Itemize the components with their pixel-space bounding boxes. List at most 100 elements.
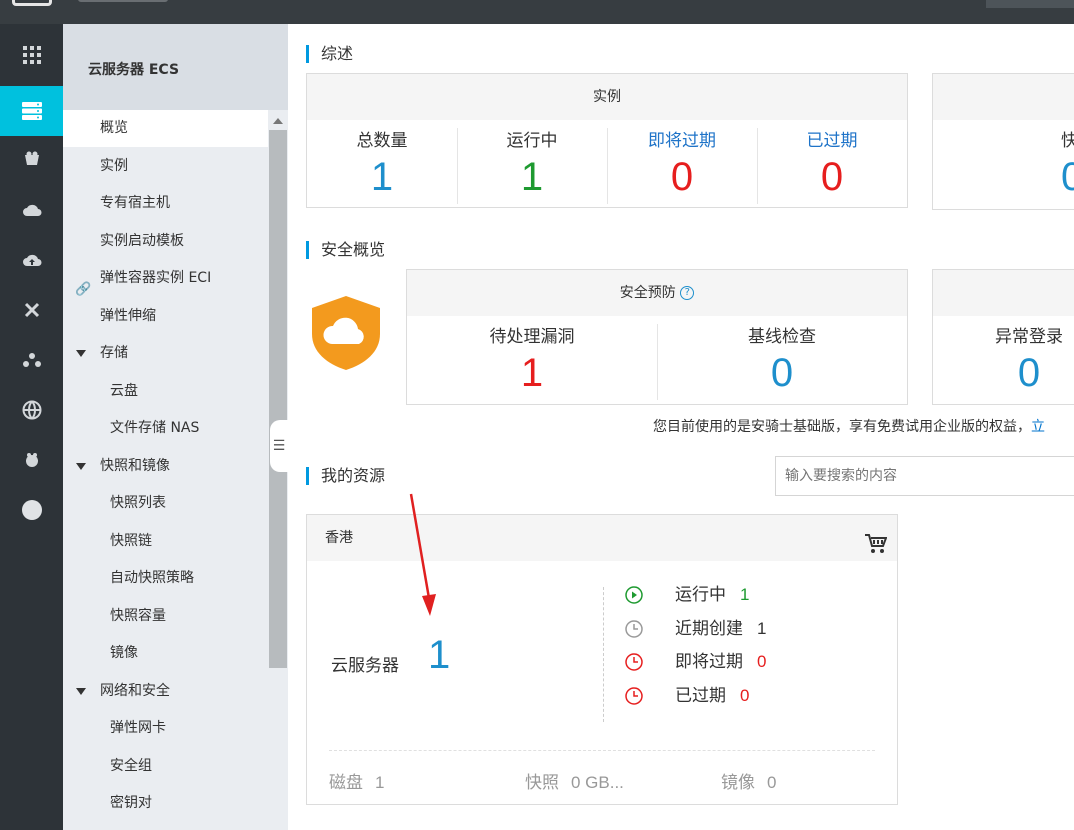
subnav-item-label: 实例启动模板 — [100, 233, 184, 249]
subnav-group-snapshots-images[interactable]: 快照和镜像 — [63, 448, 268, 485]
subnav-item-eci[interactable]: 🔗 弹性容器实例 ECI — [63, 260, 268, 297]
footer-value: 0 — [767, 773, 777, 792]
subnav-item-auto-scaling[interactable]: 弹性伸缩 — [63, 298, 268, 335]
logo[interactable] — [12, 0, 52, 6]
collapse-sidebar-icon[interactable]: ☰ — [270, 420, 288, 472]
divider — [329, 750, 875, 751]
subnav-item-overview[interactable]: 概览 — [63, 110, 268, 147]
stat-value: 1 — [520, 155, 544, 199]
stat-label: 异常登录 — [995, 327, 1063, 347]
subnav-group-storage[interactable]: 存储 — [63, 335, 268, 372]
cluster-icon[interactable] — [0, 335, 63, 385]
subnav-group-label: 存储 — [100, 345, 128, 361]
cloud-icon[interactable] — [0, 185, 63, 235]
stat-label: 运行中 — [506, 131, 558, 151]
circle-icon[interactable] — [0, 485, 63, 535]
subnav-item-eni[interactable]: 弹性网卡 — [63, 710, 268, 747]
partial-overview-card: 快 0 — [932, 73, 1074, 210]
footer-disks[interactable]: 磁盘 1 — [329, 768, 384, 793]
subnav-item-label: 弹性伸缩 — [100, 308, 156, 324]
stat-value: 0 — [670, 155, 694, 199]
subnav-item-auto-snapshot-policy[interactable]: 自动快照策略 — [63, 560, 268, 597]
stat-expiring[interactable]: 即将过期 0 — [607, 120, 757, 208]
stat-label: 已过期 — [806, 131, 858, 151]
subnav-item-snapshot-chain[interactable]: 快照链 — [63, 523, 268, 560]
stat-expired[interactable]: 已过期 0 — [757, 120, 907, 208]
subnav-item-label: 快照链 — [110, 533, 152, 549]
main-content: 综述 实例 总数量 1 运行中 1 即将过期 0 已过期 0 快 0 安全概览 — [288, 24, 1074, 830]
subnav-item-snapshot-list[interactable]: 快照列表 — [63, 485, 268, 522]
security-card-head: 安全预防 ? — [407, 270, 907, 316]
caret-down-icon — [76, 463, 86, 470]
help-icon[interactable]: ? — [680, 286, 695, 300]
subnav-item-instances[interactable]: 实例 — [63, 148, 268, 185]
overview-section-title: 综述 — [306, 45, 353, 63]
subnav-item-launch-templates[interactable]: 实例启动模板 — [63, 223, 268, 260]
gift-box-icon[interactable] — [0, 135, 63, 185]
subnav-item-snapshot-capacity[interactable]: 快照容量 — [63, 598, 268, 635]
stat-label: 总数量 — [356, 131, 408, 151]
search-input[interactable] — [775, 456, 1074, 496]
region-card-head: 香港 — [307, 515, 897, 561]
partial-card-head — [933, 270, 1074, 316]
topbar-right-area[interactable] — [986, 0, 1074, 8]
subnav-item-label: 快照列表 — [110, 495, 166, 511]
stat-running[interactable]: 运行中 1 — [457, 120, 607, 208]
notice-link[interactable]: 立 — [1031, 419, 1045, 435]
subnav-item-nas[interactable]: 文件存储 NAS — [63, 410, 268, 447]
subnav-item-label: 实例 — [100, 158, 128, 174]
stat-baseline-check[interactable]: 基线检查 0 — [657, 316, 907, 404]
stat-value: 0 — [770, 351, 794, 395]
subnav-item-label: 安全组 — [110, 758, 152, 774]
subnav-item-label: 密钥对 — [110, 795, 152, 811]
status-expiring-row[interactable]: 即将过期 0 — [623, 650, 766, 674]
subnav-item-label: 弹性网卡 — [110, 720, 166, 736]
subnav-item-label: 云盘 — [110, 383, 138, 399]
stat-total[interactable]: 总数量 1 — [307, 120, 457, 208]
subnav-item-label: 专有宿主机 — [100, 195, 170, 211]
caret-down-icon — [76, 350, 86, 357]
subnav-item-cloud-disks[interactable]: 云盘 — [63, 373, 268, 410]
footer-label: 镜像 — [721, 773, 755, 793]
resources-section-title: 我的资源 — [306, 467, 385, 485]
status-label: 已过期 — [675, 686, 726, 706]
apps-grid-icon[interactable] — [0, 30, 63, 80]
status-running-row[interactable]: 运行中 1 — [623, 583, 749, 607]
stat-label: 待处理漏洞 — [489, 327, 575, 347]
subnav-item-images[interactable]: 镜像 — [63, 635, 268, 672]
subnav-item-label: 文件存储 NAS — [110, 420, 200, 436]
subnav-item-label: 自动快照策略 — [110, 570, 194, 586]
subnav-item-dedicated-hosts[interactable]: 专有宿主机 — [63, 185, 268, 222]
subnav-item-security-groups[interactable]: 安全组 — [63, 748, 268, 785]
footer-images[interactable]: 镜像 0 — [721, 768, 776, 793]
network-x-icon[interactable] — [0, 285, 63, 335]
status-label: 即将过期 — [675, 652, 743, 672]
subnav-group-network-security[interactable]: 网络和安全 — [63, 673, 268, 710]
ecs-sub-navigation: 云服务器 ECS 概览 实例 专有宿主机 实例启动模板 🔗 弹性容器实例 ECI… — [63, 24, 288, 830]
scroll-up-arrow-icon[interactable] — [273, 118, 283, 124]
top-bar — [0, 0, 1074, 24]
stat-abnormal-login[interactable]: 异常登录 0 — [933, 316, 1074, 404]
ecs-count[interactable]: 1 — [428, 633, 450, 678]
subnav-item-key-pairs[interactable]: 密钥对 — [63, 785, 268, 822]
bug-icon[interactable] — [0, 435, 63, 485]
stat-value: 0 — [820, 155, 844, 199]
cloud-upload-icon[interactable] — [0, 235, 63, 285]
stat-label: 基线检查 — [748, 327, 816, 347]
footer-snapshots[interactable]: 快照 0 GB... — [525, 768, 624, 793]
globe-icon[interactable] — [0, 385, 63, 435]
partial-card-head — [933, 74, 1074, 120]
stat-value: 1 — [520, 351, 544, 395]
stat-partial[interactable]: 快 0 — [1061, 120, 1074, 208]
server-icon[interactable] — [0, 86, 63, 136]
stat-pending-vulnerabilities[interactable]: 待处理漏洞 1 — [407, 316, 657, 404]
security-section-title: 安全概览 — [306, 241, 385, 259]
status-expired-row[interactable]: 已过期 0 — [623, 684, 749, 708]
status-recent-row[interactable]: 近期创建 1 — [623, 617, 766, 641]
clock-alert-icon — [623, 651, 645, 673]
subnav-scrollbar-thumb[interactable] — [269, 130, 287, 668]
divider — [603, 587, 604, 722]
instances-card: 实例 总数量 1 运行中 1 即将过期 0 已过期 0 — [306, 73, 908, 208]
clock-alert-icon — [623, 685, 645, 707]
cart-icon[interactable] — [865, 527, 888, 573]
